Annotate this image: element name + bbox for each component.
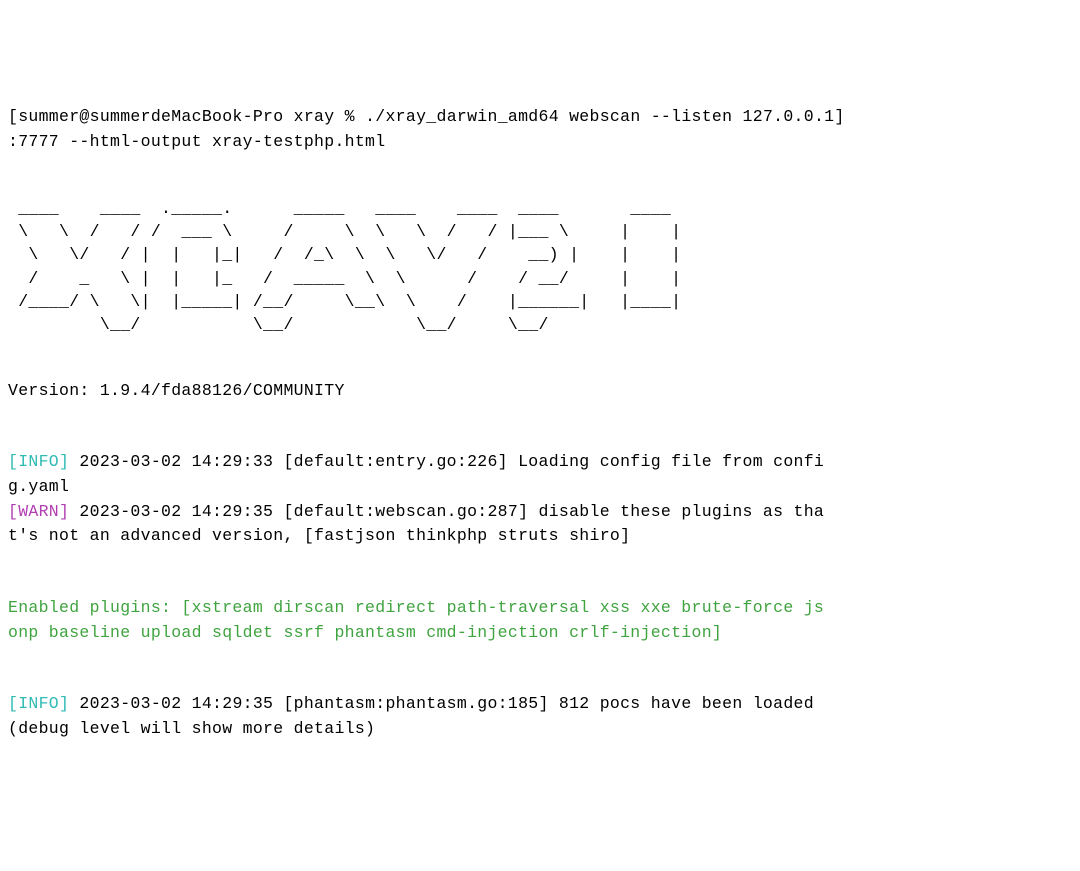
prompt-leading-bracket: [ [8, 107, 18, 126]
prompt-user-host: summer@summerdeMacBook-Pro [18, 107, 283, 126]
log-text: 2023-03-02 14:29:35 [phantasm:phantasm.g… [8, 694, 824, 738]
warn-tag: [WARN] [8, 502, 69, 521]
log-line-warn: [WARN] 2023-03-02 14:29:35 [default:webs… [8, 500, 1072, 550]
xray-ascii-logo: ____ ____ ._____. _____ ____ ____ ____ _… [8, 197, 1072, 336]
log-text: 2023-03-02 14:29:33 [default:entry.go:22… [8, 452, 824, 496]
terminal-prompt-line: [summer@summerdeMacBook-Pro xray % ./xra… [8, 105, 1072, 155]
log-text: 2023-03-02 14:29:35 [default:webscan.go:… [8, 502, 824, 546]
info-tag: [INFO] [8, 452, 69, 471]
enabled-plugins-line: Enabled plugins: [xstream dirscan redire… [8, 596, 1072, 646]
prompt-separator: % [345, 107, 355, 126]
log-block: [INFO] 2023-03-02 14:29:33 [default:entr… [8, 450, 1072, 549]
prompt-directory: xray [294, 107, 335, 126]
info-tag: [INFO] [8, 694, 69, 713]
version-line: Version: 1.9.4/fda88126/COMMUNITY [8, 379, 1072, 404]
log-line-info: [INFO] 2023-03-02 14:29:33 [default:entr… [8, 450, 1072, 500]
log-line-info: [INFO] 2023-03-02 14:29:35 [phantasm:pha… [8, 692, 1072, 742]
